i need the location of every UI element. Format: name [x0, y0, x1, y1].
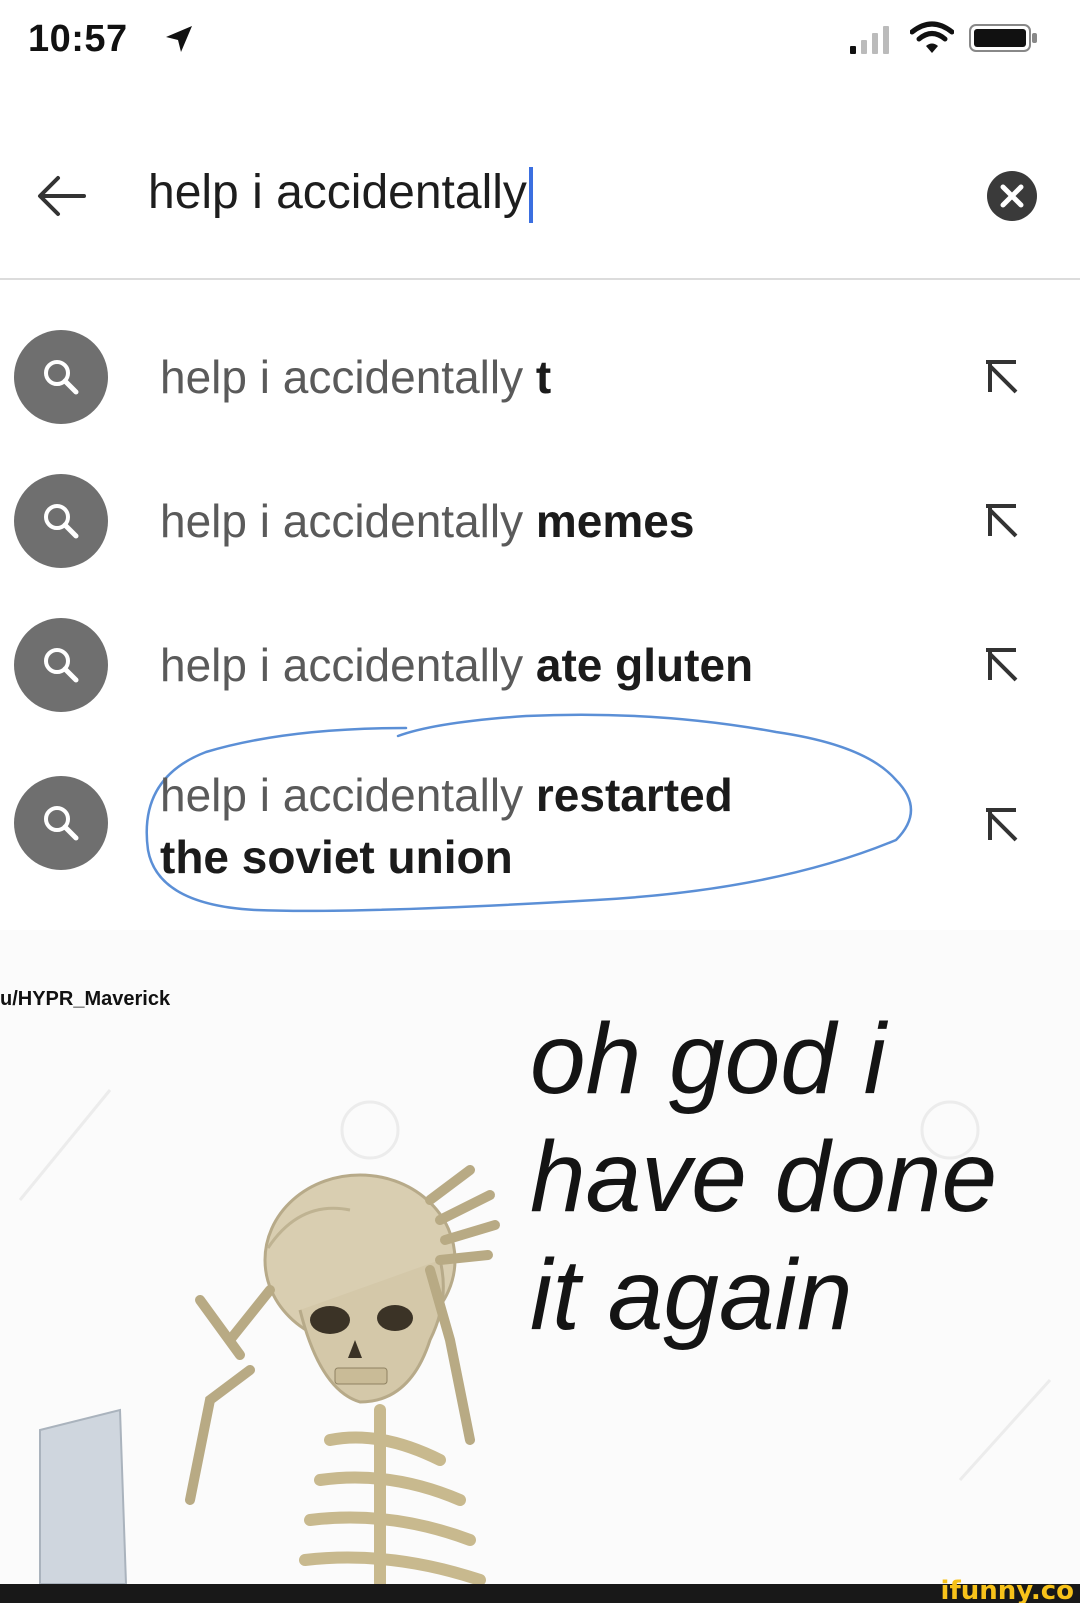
suggestion-prefix: help i accidentally — [160, 351, 524, 403]
search-icon — [14, 618, 108, 712]
wifi-icon — [910, 21, 954, 53]
caption-line: have done — [530, 1121, 998, 1233]
search-bar: help i accidentally — [0, 130, 1080, 280]
author-username: u/HYPR_Maverick — [0, 988, 171, 1010]
ifunny-watermark-logo: ifunny.co — [940, 1576, 1074, 1603]
clear-circle-icon[interactable] — [986, 170, 1038, 222]
search-input[interactable]: help i accidentally — [148, 158, 533, 228]
caption-line: it again — [530, 1239, 853, 1351]
meme-image: u/HYPR_Maverick oh god i have done it ag… — [0, 930, 1080, 1584]
suggestion-item[interactable]: help i accidentally memes — [0, 462, 1080, 582]
battery-icon — [969, 24, 1037, 52]
suggestion-suffix-line2: the soviet union — [160, 831, 513, 883]
suggestion-suffix: restarted — [535, 769, 733, 821]
meme-caption: oh god i have done it again — [530, 1000, 997, 1354]
suggestion-text: help i accidentally memes — [160, 490, 694, 552]
arrow-up-left-icon[interactable] — [982, 806, 1022, 846]
suggestion-text: help i accidentally restarted the soviet… — [160, 764, 733, 888]
search-icon — [14, 474, 108, 568]
search-icon — [14, 330, 108, 424]
signal-icon — [850, 26, 889, 54]
suggestion-item[interactable]: help i accidentally restarted the soviet… — [0, 752, 1080, 912]
arrow-up-left-icon[interactable] — [982, 358, 1022, 398]
suggestion-prefix: help i accidentally — [160, 495, 524, 547]
suggestion-suffix: memes — [535, 495, 695, 547]
text-caret — [528, 167, 533, 224]
suggestion-text: help i accidentally ate gluten — [160, 634, 753, 696]
suggestion-item[interactable]: help i accidentally t — [0, 318, 1080, 438]
suggestion-suffix: ate gluten — [535, 639, 754, 691]
location-arrow-icon — [166, 26, 192, 52]
status-time: 10:57 — [28, 18, 128, 60]
suggestion-suffix: t — [535, 351, 552, 403]
status-bar: 10:57 — [0, 0, 1080, 90]
skeleton-illustration — [39, 1165, 500, 1584]
footer-bar: ifunny.co — [0, 1577, 1080, 1603]
suggestion-prefix: help i accidentally — [160, 639, 524, 691]
arrow-up-left-icon[interactable] — [982, 646, 1022, 686]
suggestion-text: help i accidentally t — [160, 346, 551, 408]
search-icon — [14, 776, 108, 870]
suggestion-prefix: help i accidentally — [160, 769, 524, 821]
search-query-text: help i accidentally — [148, 166, 527, 219]
arrow-left-icon[interactable] — [32, 166, 92, 226]
arrow-up-left-icon[interactable] — [982, 502, 1022, 542]
caption-line: oh god i — [530, 1003, 886, 1115]
